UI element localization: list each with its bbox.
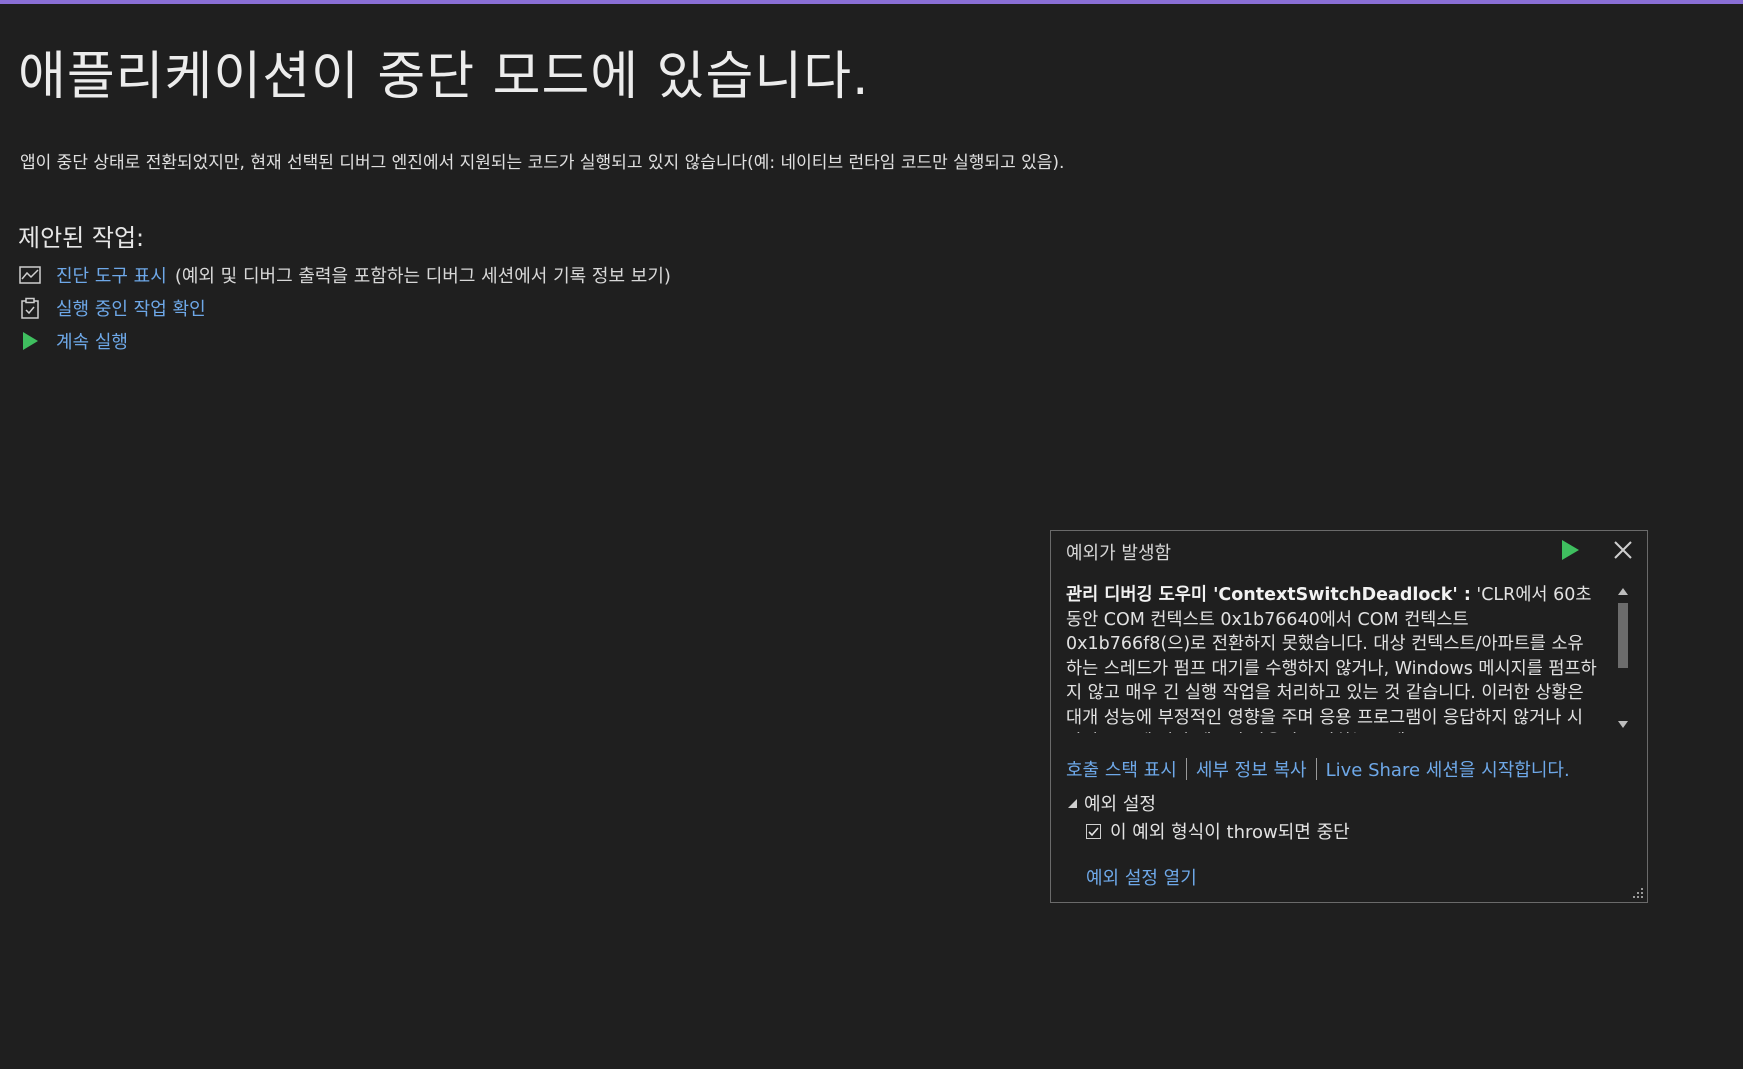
open-exception-settings-link[interactable]: 예외 설정 열기 bbox=[1086, 864, 1197, 890]
window-accent-bar bbox=[0, 0, 1743, 4]
suggested-actions-heading: 제안된 작업: bbox=[18, 224, 145, 252]
show-diagnostic-tools-hint: (예외 및 디버그 출력을 포함하는 디버그 세션에서 기록 정보 보기) bbox=[174, 265, 671, 287]
exception-links: 호출 스택 표시 세부 정보 복사 Live Share 세션을 시작합니다. bbox=[1066, 756, 1570, 782]
resize-grip-icon[interactable] bbox=[1630, 885, 1644, 899]
continue-link[interactable]: 계속 실행 bbox=[56, 328, 128, 354]
link-separator bbox=[1185, 758, 1187, 780]
close-icon bbox=[1614, 541, 1632, 559]
scroll-up-icon[interactable] bbox=[1617, 587, 1629, 597]
exception-message: 관리 디버깅 도우미 'ContextSwitchDeadlock' : 'CL… bbox=[1066, 583, 1598, 733]
continue-button[interactable] bbox=[1559, 538, 1581, 562]
exception-settings-toggle[interactable]: 예외 설정 bbox=[1066, 790, 1156, 816]
play-icon bbox=[18, 330, 42, 352]
start-live-share-link[interactable]: Live Share 세션을 시작합니다. bbox=[1326, 756, 1570, 782]
action-check-running-tasks: 실행 중인 작업 확인 bbox=[18, 291, 671, 324]
action-continue: 계속 실행 bbox=[18, 324, 671, 357]
break-on-throw-checkbox[interactable] bbox=[1086, 823, 1101, 839]
close-button[interactable] bbox=[1611, 538, 1635, 562]
scrollbar-thumb[interactable] bbox=[1618, 603, 1628, 668]
break-on-throw-option[interactable]: 이 예외 형식이 throw되면 중단 bbox=[1086, 818, 1350, 844]
exception-header: 예외가 발생함 bbox=[1051, 531, 1647, 569]
break-on-throw-label: 이 예외 형식이 throw되면 중단 bbox=[1110, 822, 1350, 843]
exception-message-bold: 관리 디버깅 도우미 'ContextSwitchDeadlock' : bbox=[1066, 585, 1471, 605]
scroll-down-icon[interactable] bbox=[1617, 719, 1629, 729]
checkmark-icon bbox=[1088, 826, 1099, 836]
exception-settings-heading: 예외 설정 bbox=[1084, 794, 1156, 815]
play-icon bbox=[1562, 540, 1579, 560]
exception-title: 예외가 발생함 bbox=[1066, 543, 1172, 564]
message-scrollbar[interactable] bbox=[1614, 583, 1632, 733]
exception-message-text: 'CLR에서 60초 동안 COM 컨텍스트 0x1b76640에서 COM 컨… bbox=[1066, 585, 1597, 733]
collapse-triangle-icon bbox=[1068, 799, 1077, 808]
link-separator bbox=[1315, 758, 1317, 780]
exception-helper-popup: 예외가 발생함 관리 디버깅 도우미 'ContextSwitchDeadloc… bbox=[1050, 530, 1648, 903]
chart-icon bbox=[18, 264, 42, 286]
page-description: 앱이 중단 상태로 전환되었지만, 현재 선택된 디버그 엔진에서 지원되는 코… bbox=[20, 153, 1065, 173]
show-diagnostic-tools-link[interactable]: 진단 도구 표시 bbox=[56, 262, 167, 288]
clipboard-icon bbox=[18, 297, 42, 319]
action-show-diagnostic-tools: 진단 도구 표시 (예외 및 디버그 출력을 포함하는 디버그 세션에서 기록 … bbox=[18, 258, 671, 291]
show-call-stack-link[interactable]: 호출 스택 표시 bbox=[1066, 756, 1177, 782]
check-running-tasks-link[interactable]: 실행 중인 작업 확인 bbox=[56, 295, 206, 321]
page-title: 애플리케이션이 중단 모드에 있습니다. bbox=[18, 47, 870, 107]
suggested-actions-list: 진단 도구 표시 (예외 및 디버그 출력을 포함하는 디버그 세션에서 기록 … bbox=[18, 258, 671, 357]
copy-details-link[interactable]: 세부 정보 복사 bbox=[1196, 756, 1307, 782]
